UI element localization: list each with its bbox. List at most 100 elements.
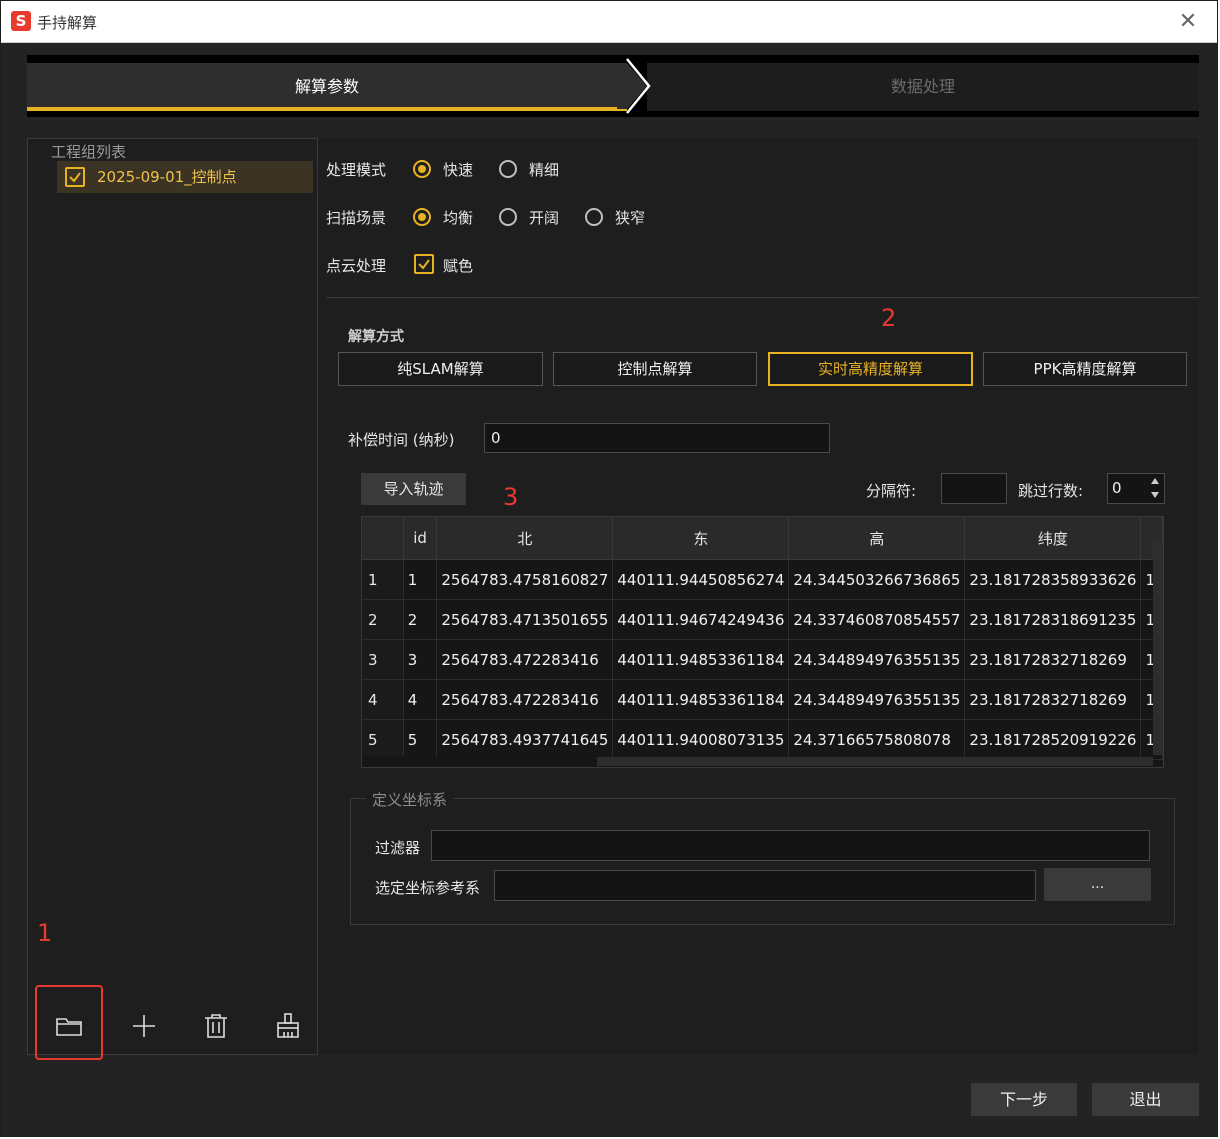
table-cell[interactable]: 2 <box>403 599 438 640</box>
scene-narrow-radio[interactable] <box>585 208 603 226</box>
mode-fast-radio[interactable] <box>413 160 431 178</box>
column-header[interactable]: 纬度 <box>964 517 1142 560</box>
folder-icon[interactable] <box>54 1011 84 1041</box>
mode-label: 处理模式 <box>326 161 387 179</box>
table-cell[interactable]: 440111.94450856274 <box>612 559 790 600</box>
table-cell[interactable]: 24.344503266736865 <box>788 559 966 600</box>
annotation-number-1: 1 <box>37 919 53 947</box>
exit-button[interactable]: 退出 <box>1092 1083 1199 1116</box>
colorize-checkbox[interactable] <box>414 254 434 274</box>
mode-fine-label: 精细 <box>529 161 560 179</box>
table-cell[interactable]: 2564783.4713501655 <box>436 599 614 640</box>
table-cell[interactable]: 440111.94853361184 <box>612 679 790 720</box>
step-tab-processing[interactable]: 数据处理 <box>647 63 1199 111</box>
table-cell[interactable]: 2564783.4937741645 <box>436 719 614 760</box>
table-row[interactable]: 1 1 2564783.4758160827 440111.9445085627… <box>362 559 1163 600</box>
method-title: 解算方式 <box>348 329 404 345</box>
table-cell[interactable]: 440111.94674249436 <box>612 599 790 640</box>
column-header[interactable]: 东 <box>612 517 790 560</box>
row-number: 4 <box>362 679 404 720</box>
table-cell[interactable]: 24.344894976355135 <box>788 639 966 680</box>
step-active-indicator <box>27 107 627 111</box>
close-button[interactable]: ✕ <box>1173 7 1203 37</box>
table-horizontal-scrollbar-thumb[interactable] <box>597 757 1153 766</box>
row-number: 2 <box>362 599 404 640</box>
table-cell[interactable]: 3 <box>403 639 438 680</box>
column-header[interactable]: 北 <box>436 517 614 560</box>
table-cell[interactable]: 24.344894976355135 <box>788 679 966 720</box>
project-checkbox[interactable] <box>65 167 85 187</box>
table-cell[interactable]: 23.181728520919226 <box>964 719 1142 760</box>
coordinate-system-group <box>350 798 1175 925</box>
spin-arrows-icon[interactable] <box>1149 476 1161 500</box>
next-button[interactable]: 下一步 <box>971 1083 1077 1116</box>
table-cell[interactable]: 440111.94853361184 <box>612 639 790 680</box>
colorize-label: 赋色 <box>443 257 474 275</box>
window-title: 手持解算 <box>37 14 98 32</box>
skip-rows-label: 跳过行数: <box>1018 482 1084 500</box>
app-window: S 手持解算 ✕ 解算参数 数据处理 工程组列表 2025-09-01_控制点 … <box>0 0 1218 1137</box>
table-cell[interactable]: 2564783.4758160827 <box>436 559 614 600</box>
table-row[interactable]: 2 2 2564783.4713501655 440111.9467424943… <box>362 599 1163 640</box>
table-cell[interactable]: 4 <box>403 679 438 720</box>
scene-open-label: 开阔 <box>529 209 560 227</box>
table-vertical-scrollbar[interactable] <box>1153 541 1163 755</box>
compensation-label: 补偿时间 (纳秒) <box>348 431 455 449</box>
reference-system-input[interactable] <box>494 870 1036 901</box>
filter-input[interactable] <box>431 830 1150 861</box>
app-logo-icon: S <box>11 11 31 31</box>
column-header[interactable]: id <box>403 517 438 560</box>
column-header[interactable]: 高 <box>788 517 966 560</box>
annotation-number-3: 3 <box>503 483 519 511</box>
table-cell[interactable]: 24.37166575808078 <box>788 719 966 760</box>
table-row[interactable]: 4 4 2564783.472283416 440111.94853361184… <box>362 679 1163 720</box>
mode-fine-radio[interactable] <box>499 160 517 178</box>
separator-input[interactable] <box>941 473 1007 504</box>
coordinate-system-title: 定义坐标系 <box>366 789 454 810</box>
filter-label: 过滤器 <box>375 839 421 857</box>
table-cell[interactable]: 24.337460870854557 <box>788 599 966 640</box>
project-group-title: 工程组列表 <box>47 141 131 162</box>
annotation-number-2: 2 <box>881 304 897 332</box>
browse-button[interactable]: ... <box>1044 868 1151 901</box>
project-label: 2025-09-01_控制点 <box>97 168 237 186</box>
scene-balanced-label: 均衡 <box>443 209 474 227</box>
plus-icon[interactable] <box>129 1011 159 1041</box>
method-control-point-button[interactable]: 控制点解算 <box>553 352 757 386</box>
title-bar: S 手持解算 ✕ <box>1 1 1217 43</box>
skip-rows-value: 0 <box>1112 479 1122 497</box>
table-cell[interactable]: 440111.94008073135 <box>612 719 790 760</box>
import-trajectory-button[interactable]: 导入轨迹 <box>361 473 466 505</box>
step-arrow-icon <box>617 58 651 114</box>
table-cell[interactable]: 23.18172832718269 <box>964 679 1142 720</box>
project-group-panel <box>27 138 318 1055</box>
table-row[interactable]: 5 5 2564783.4937741645 440111.9400807313… <box>362 719 1163 760</box>
step-tab-params[interactable]: 解算参数 <box>27 63 627 111</box>
method-rtk-button[interactable]: 实时高精度解算 <box>768 352 973 386</box>
scene-open-radio[interactable] <box>499 208 517 226</box>
trash-icon[interactable] <box>201 1011 231 1041</box>
reference-system-label: 选定坐标参考系 <box>375 879 481 897</box>
table-cell[interactable]: 1 <box>403 559 438 600</box>
row-number: 5 <box>362 719 404 760</box>
scene-balanced-radio[interactable] <box>413 208 431 226</box>
table-row[interactable]: 3 3 2564783.472283416 440111.94853361184… <box>362 639 1163 680</box>
compensation-input[interactable]: 0 <box>484 423 830 453</box>
checkmark-icon <box>418 259 430 270</box>
table-cell[interactable]: 23.18172832718269 <box>964 639 1142 680</box>
table-cell[interactable]: 5 <box>403 719 438 760</box>
broom-icon[interactable] <box>273 1011 303 1041</box>
step-bar: 解算参数 数据处理 <box>27 55 1199 117</box>
table-cell[interactable]: 23.181728318691235 <box>964 599 1142 640</box>
method-ppk-button[interactable]: PPK高精度解算 <box>983 352 1187 386</box>
method-slam-button[interactable]: 纯SLAM解算 <box>338 352 543 386</box>
table-cell[interactable]: 2564783.472283416 <box>436 679 614 720</box>
trajectory-table[interactable]: id 北 东 高 纬度 1 1 2564783.4758160827 44011… <box>361 516 1164 768</box>
mode-fast-label: 快速 <box>443 161 474 179</box>
row-number: 1 <box>362 559 404 600</box>
table-cell[interactable]: 23.181728358933626 <box>964 559 1142 600</box>
table-cell[interactable]: 2564783.472283416 <box>436 639 614 680</box>
scene-narrow-label: 狭窄 <box>615 209 646 227</box>
checkmark-icon <box>69 172 81 183</box>
row-number: 3 <box>362 639 404 680</box>
